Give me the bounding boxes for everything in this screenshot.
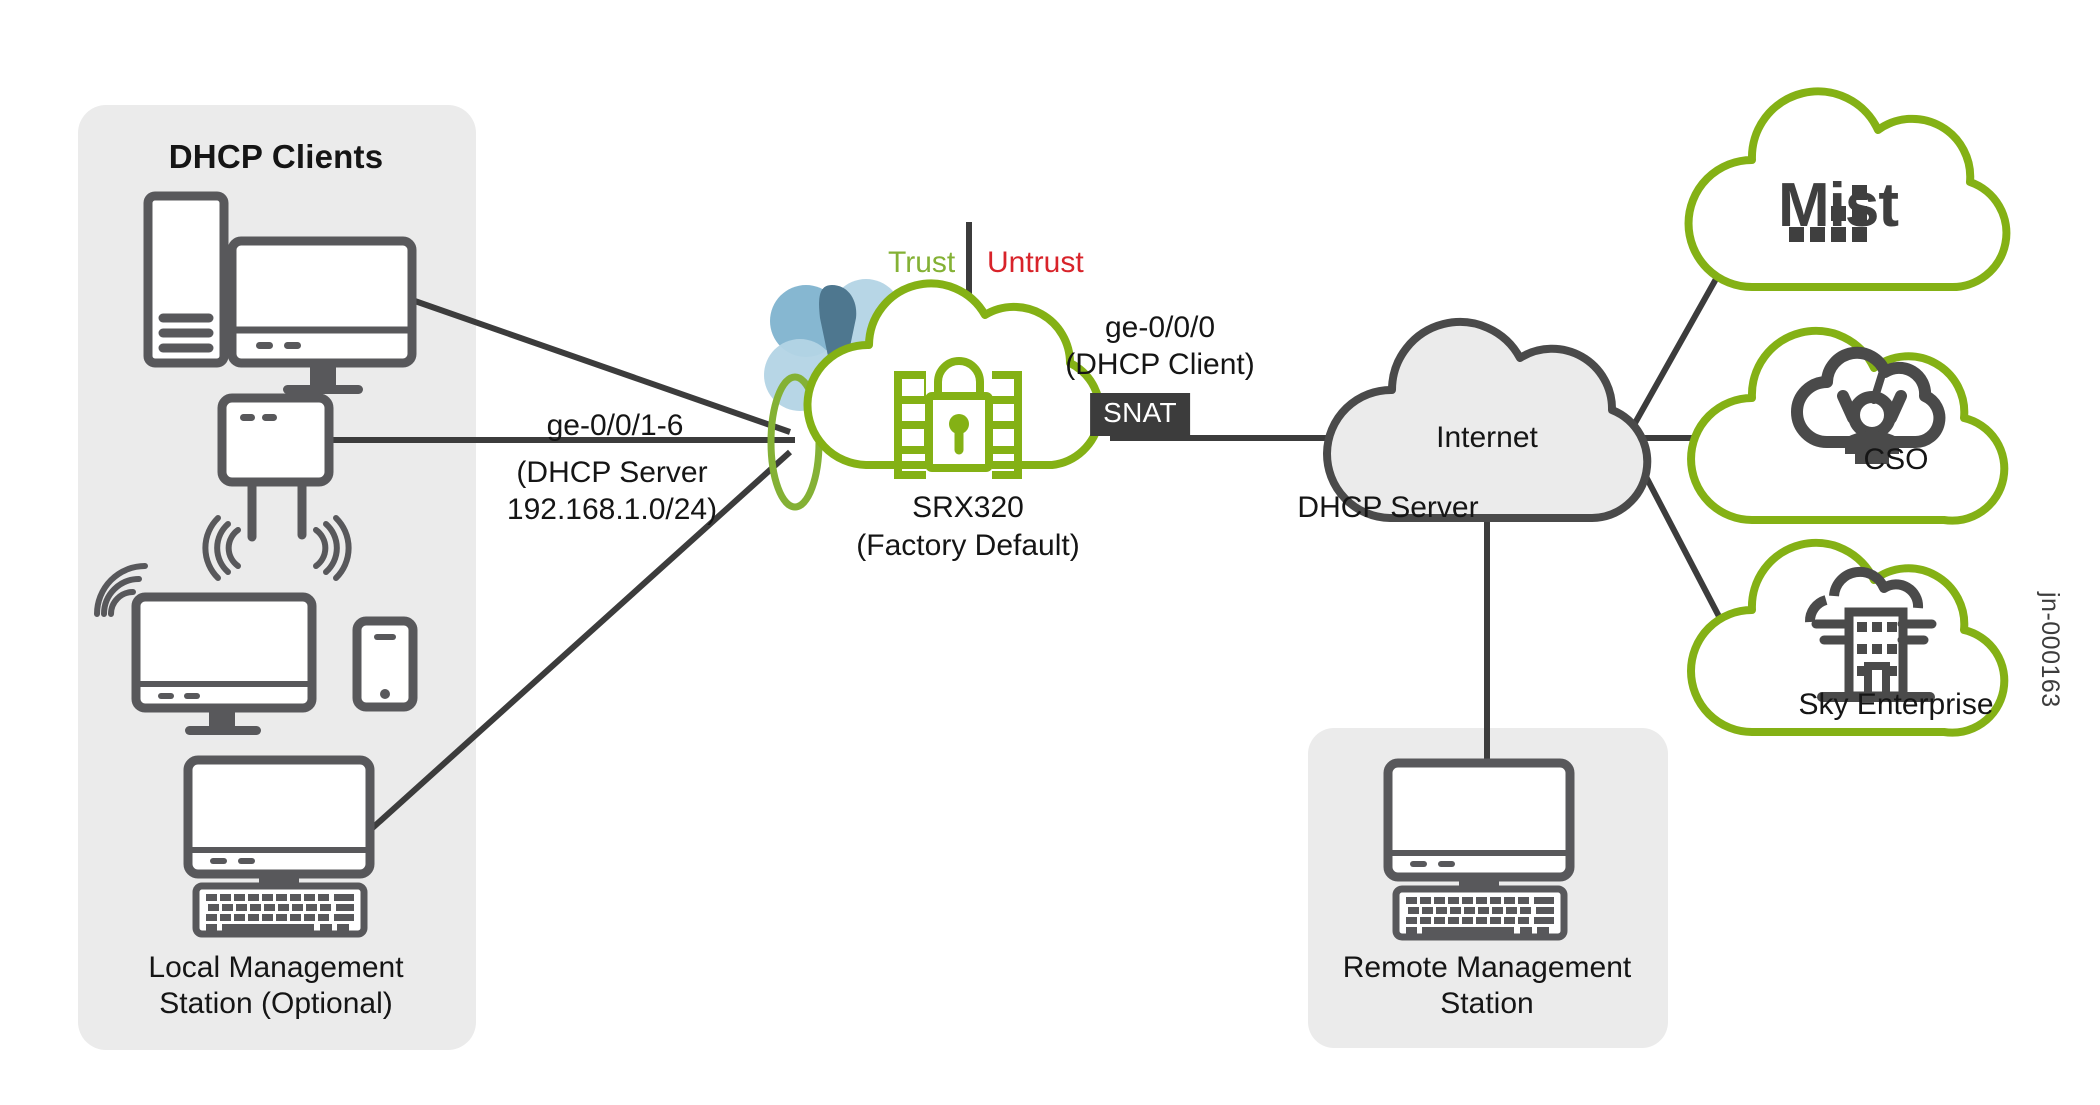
remote-management-station-caption-line2: Station xyxy=(1440,987,1534,1020)
zone-label-untrust: Untrust xyxy=(987,246,1084,279)
internet-dhcp-server-caption: DHCP Server xyxy=(1297,491,1479,524)
internet-cloud-label: Internet xyxy=(1436,421,1538,454)
desktop-tower-icon xyxy=(143,191,229,368)
sky-enterprise-caption: Sky Enterprise xyxy=(1798,688,1994,721)
srx-name-line2: (Factory Default) xyxy=(856,529,1080,562)
local-management-station-caption-line2: Station (Optional) xyxy=(159,987,393,1020)
lan-interface-label-line2: (DHCP Server xyxy=(516,456,708,489)
wan-interface-label-line1: ge-0/0/0 xyxy=(1104,311,1216,344)
mist-wordmark: Mist xyxy=(1778,171,1899,240)
srx-name-line1: SRX320 xyxy=(912,491,1024,524)
remote-management-station-caption-line1: Remote Management xyxy=(1342,951,1632,984)
zone-label-trust: Trust xyxy=(888,246,956,279)
snat-badge: SNAT xyxy=(1090,393,1190,436)
figure-watermark: jn-000163 xyxy=(2036,592,2064,708)
workstation-icon-local xyxy=(183,755,375,938)
cso-caption: CSO xyxy=(1863,443,1929,476)
workstation-icon-remote xyxy=(1383,758,1575,941)
mobile-phone-icon xyxy=(352,616,418,712)
network-diagram: DHCP Clients Local Management Station (O… xyxy=(0,0,2100,1105)
wan-interface-label-line2: (DHCP Client) xyxy=(1065,348,1255,381)
local-management-station-caption-line1: Local Management xyxy=(148,951,404,984)
dhcp-clients-group-title: DHCP Clients xyxy=(168,138,384,175)
lan-interface-label-line1: ge-0/0/1-6 xyxy=(546,409,684,442)
lan-interface-label-line3: 192.168.1.0/24) xyxy=(506,493,718,526)
